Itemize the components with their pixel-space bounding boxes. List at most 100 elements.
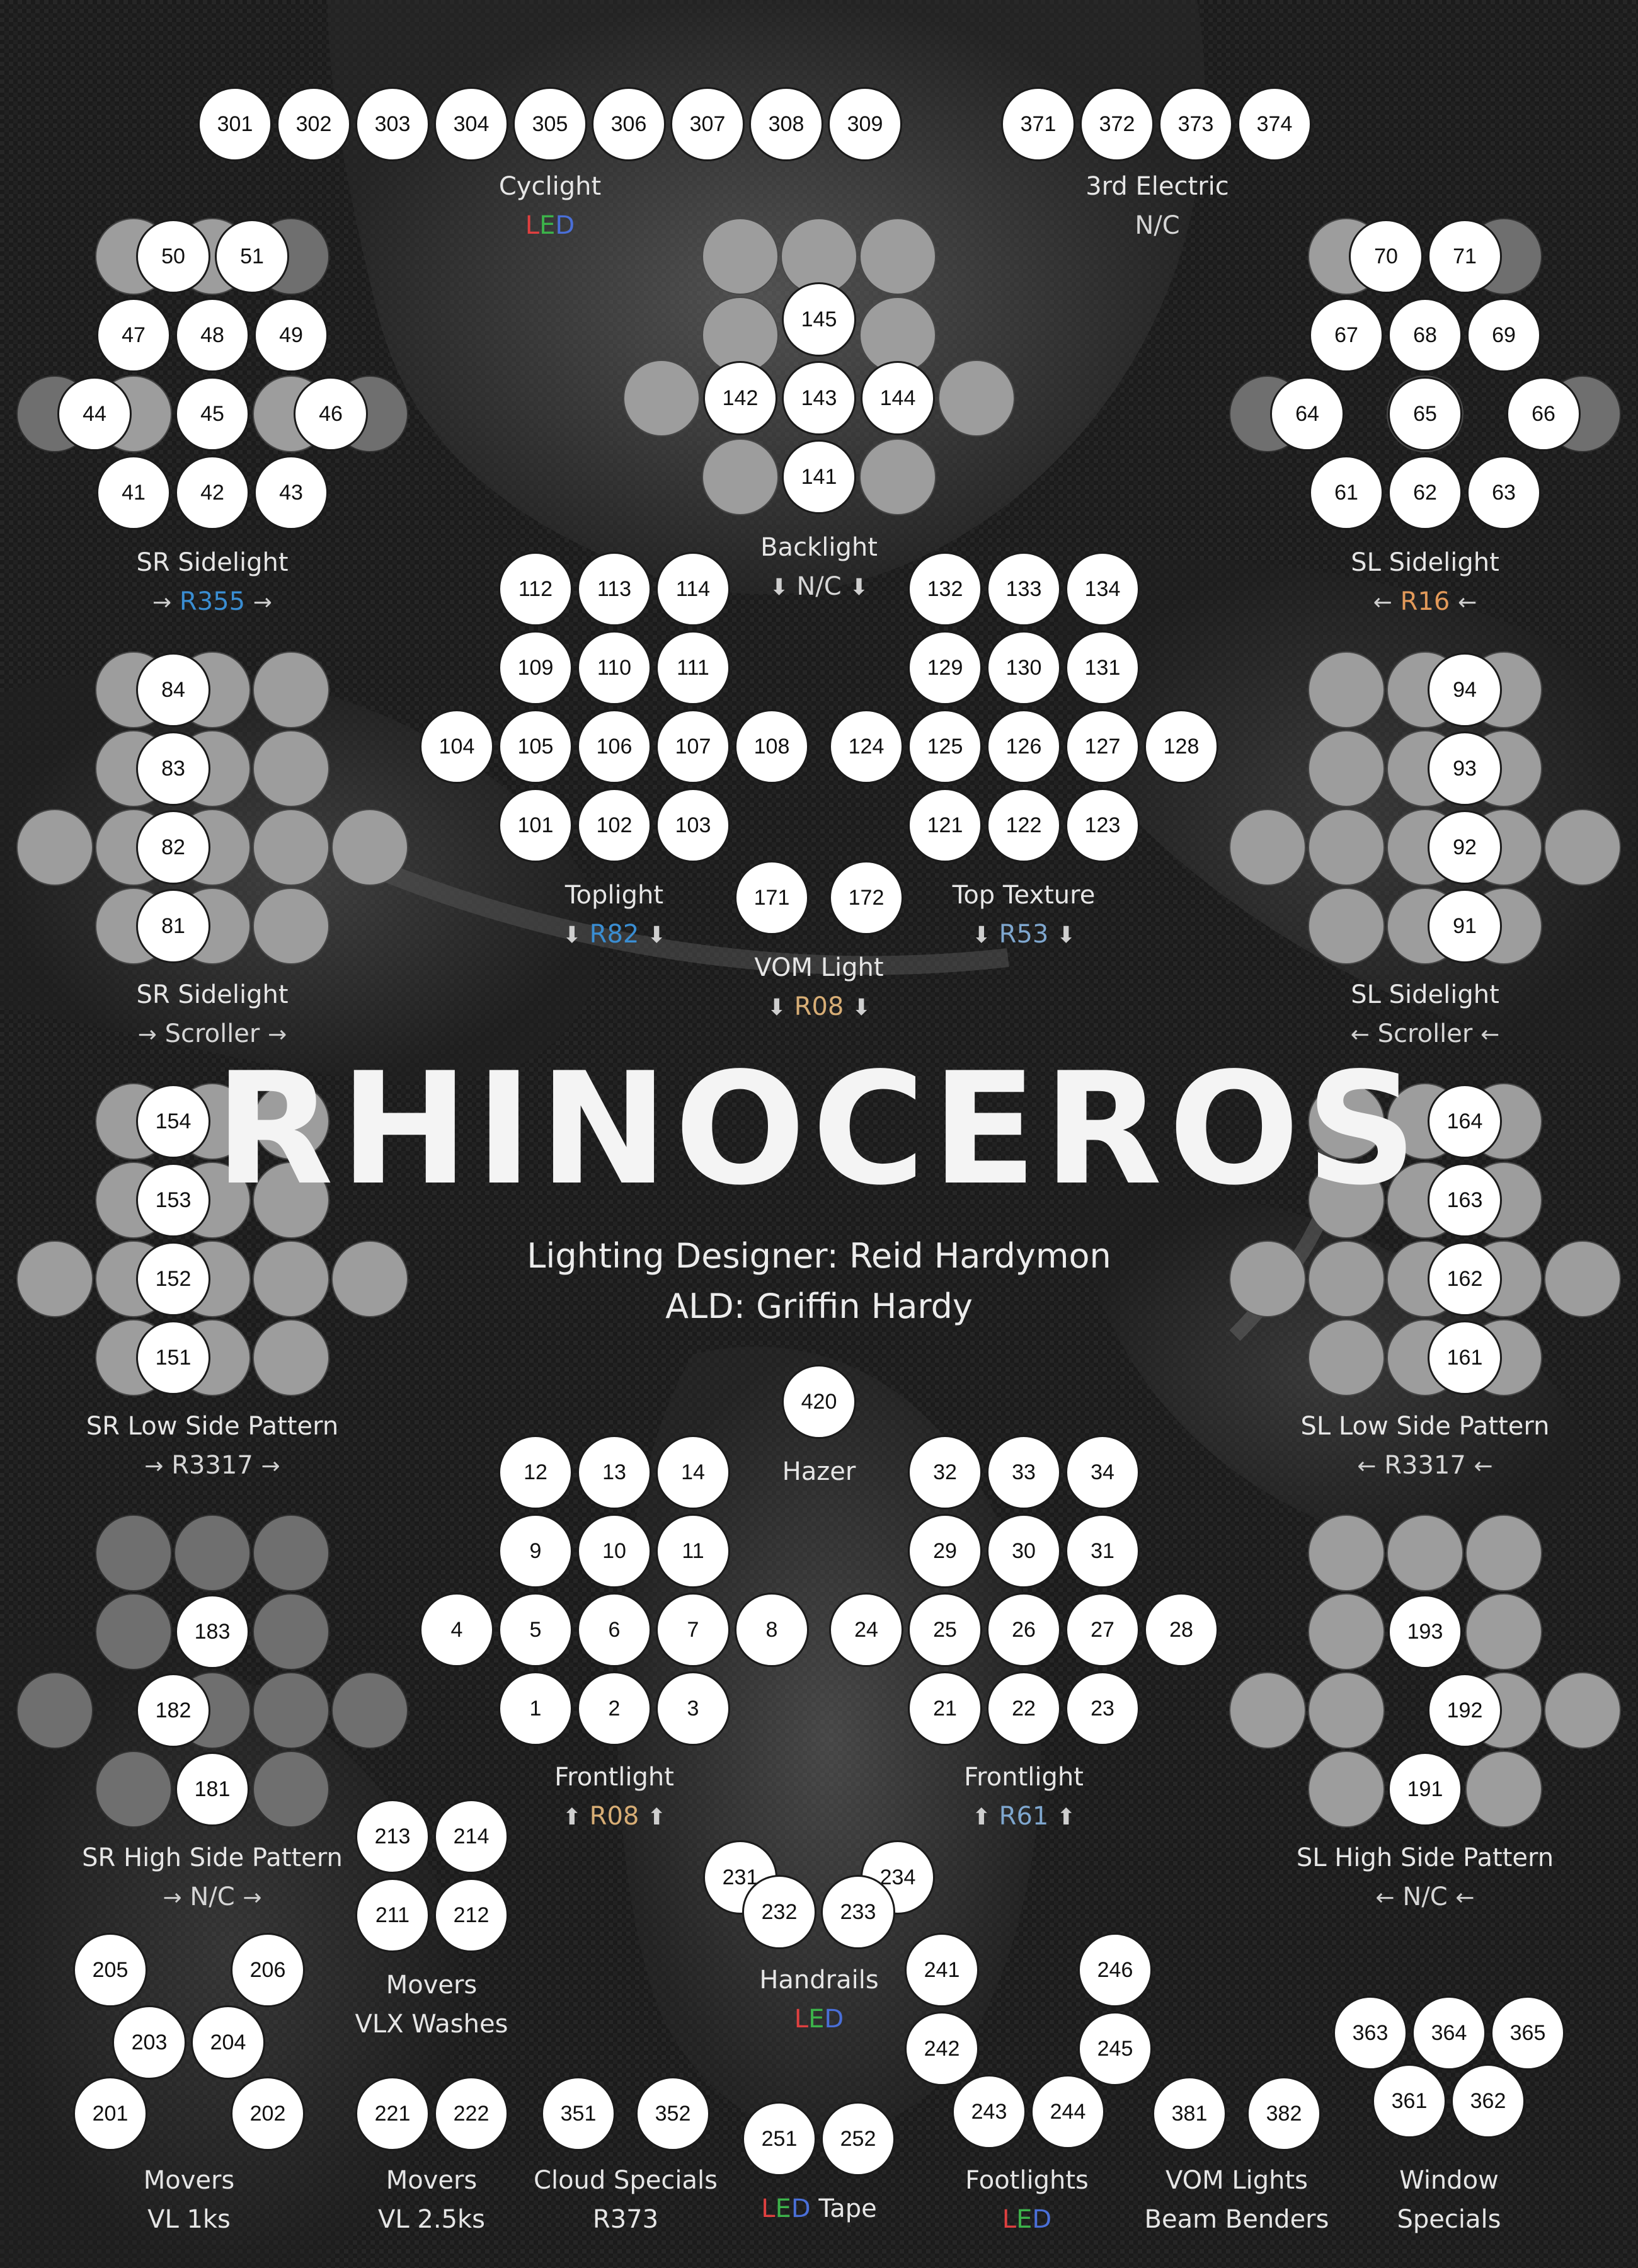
gel-label: R3317 [171,1451,253,1480]
channel-214: 214 [434,1799,508,1874]
label-hazer: Hazer [782,1452,856,1491]
channel-172: 172 [829,861,903,935]
channel-91: 91 [1428,889,1502,963]
label-name: Movers [386,1971,478,2000]
channel-309: 309 [828,87,902,161]
channel-43: 43 [254,455,328,530]
gel-label: R16 [1400,587,1450,616]
channel-144: 144 [861,361,935,435]
channel-31: 31 [1065,1514,1140,1588]
arrow-down-icon: ⬇ [769,575,789,600]
channel-33: 33 [987,1435,1061,1509]
label-name: Movers [386,2166,478,2195]
channel-182: 182 [136,1673,210,1748]
channel-420: 420 [782,1365,856,1439]
unassigned-instrument-circle [938,360,1015,437]
led-letter: D [1032,2205,1052,2234]
channel-11: 11 [656,1514,730,1588]
channel-242: 242 [905,2012,979,2086]
label-led-tape: LED Tape [761,2189,876,2228]
arrow-down-icon: ⬇ [562,922,581,948]
label-movers-vl1k: Movers VL 1ks [144,2161,235,2239]
label-name: SR High Side Pattern [82,1843,343,1872]
label-name: Backlight [760,533,878,562]
channel-45: 45 [175,377,249,451]
label-top-texture: Top Texture ⬇ R53 ⬇ [953,876,1096,955]
channel-352: 352 [636,2076,710,2151]
label-frontlight-sr: Frontlight ⬆ R08 ⬆ [554,1758,674,1837]
unassigned-instrument-circle [859,218,936,295]
channel-163: 163 [1428,1163,1502,1237]
unassigned-instrument-circle [331,809,408,886]
channel-183: 183 [175,1595,249,1669]
channel-125: 125 [908,709,982,784]
channel-104: 104 [420,709,494,784]
unassigned-instrument-circle [1308,809,1385,886]
channel-26: 26 [987,1593,1061,1667]
channel-3: 3 [656,1671,730,1746]
channel-126: 126 [987,709,1061,784]
unassigned-instrument-circle [1308,1751,1385,1828]
unassigned-instrument-circle [253,651,329,728]
label-sl-low-side: SL Low Side Pattern ← R3317 ← [1301,1407,1550,1486]
channel-83: 83 [136,731,210,806]
label-sr-high-side: SR High Side Pattern → N/C → [82,1838,343,1918]
label-subtitle: VLX Washes [355,2010,508,2039]
channel-351: 351 [541,2076,616,2151]
channel-246: 246 [1078,1933,1152,2007]
gel-label: R08 [589,1802,639,1831]
channel-211: 211 [355,1878,430,1952]
arrow-up-icon: ⬆ [971,1804,991,1830]
channel-47: 47 [96,298,171,372]
channel-30: 30 [987,1514,1061,1588]
channel-12: 12 [498,1435,573,1509]
channel-103: 103 [656,788,730,862]
arrow-down-icon: ⬇ [849,575,869,600]
led-letter: L [525,211,540,240]
unassigned-instrument-circle [16,1672,93,1749]
label-footlights: Footlights LED [965,2161,1089,2239]
channel-102: 102 [577,788,651,862]
channel-46: 46 [294,377,368,451]
gel-label: N/C [190,1882,235,1911]
channel-50: 50 [136,219,210,294]
unassigned-instrument-circle [1387,1515,1463,1591]
label-sl-high-side: SL High Side Pattern ← N/C ← [1297,1838,1554,1918]
arrow-right-icon: → [144,1453,164,1479]
channel-192: 192 [1428,1673,1502,1748]
channel-130: 130 [987,631,1061,705]
label-name: SR Low Side Pattern [86,1412,339,1441]
channel-244: 244 [1031,2075,1105,2149]
label-name: Cyclight [498,172,602,201]
channel-374: 374 [1237,87,1312,161]
channel-21: 21 [908,1671,982,1746]
channel-122: 122 [987,788,1061,862]
channel-68: 68 [1388,298,1462,372]
unassigned-instrument-circle [16,809,93,886]
channel-204: 204 [191,2005,265,2080]
channel-193: 193 [1388,1595,1462,1669]
channel-112: 112 [498,552,573,626]
label-name: Cloud Specials [534,2166,718,2195]
channel-129: 129 [908,631,982,705]
unassigned-instrument-circle [1229,1240,1306,1317]
channel-107: 107 [656,709,730,784]
unassigned-instrument-circle [1465,1515,1542,1591]
channel-5: 5 [498,1593,573,1667]
unassigned-instrument-circle [1308,1593,1385,1670]
unassigned-instrument-circle [95,1593,172,1670]
label-subtitle: VL 2.5ks [378,2205,485,2234]
arrow-up-icon: ⬆ [647,1804,667,1830]
label-name: Handrails [759,1966,879,1995]
channel-303: 303 [355,87,430,161]
channel-49: 49 [254,298,328,372]
channel-108: 108 [735,709,809,784]
channel-22: 22 [987,1671,1061,1746]
led-letter: D [824,2005,844,2034]
channel-306: 306 [592,87,666,161]
label-name: Frontlight [964,1763,1084,1792]
channel-162: 162 [1428,1242,1502,1316]
channel-29: 29 [908,1514,982,1588]
channel-113: 113 [577,552,651,626]
channel-305: 305 [513,87,587,161]
